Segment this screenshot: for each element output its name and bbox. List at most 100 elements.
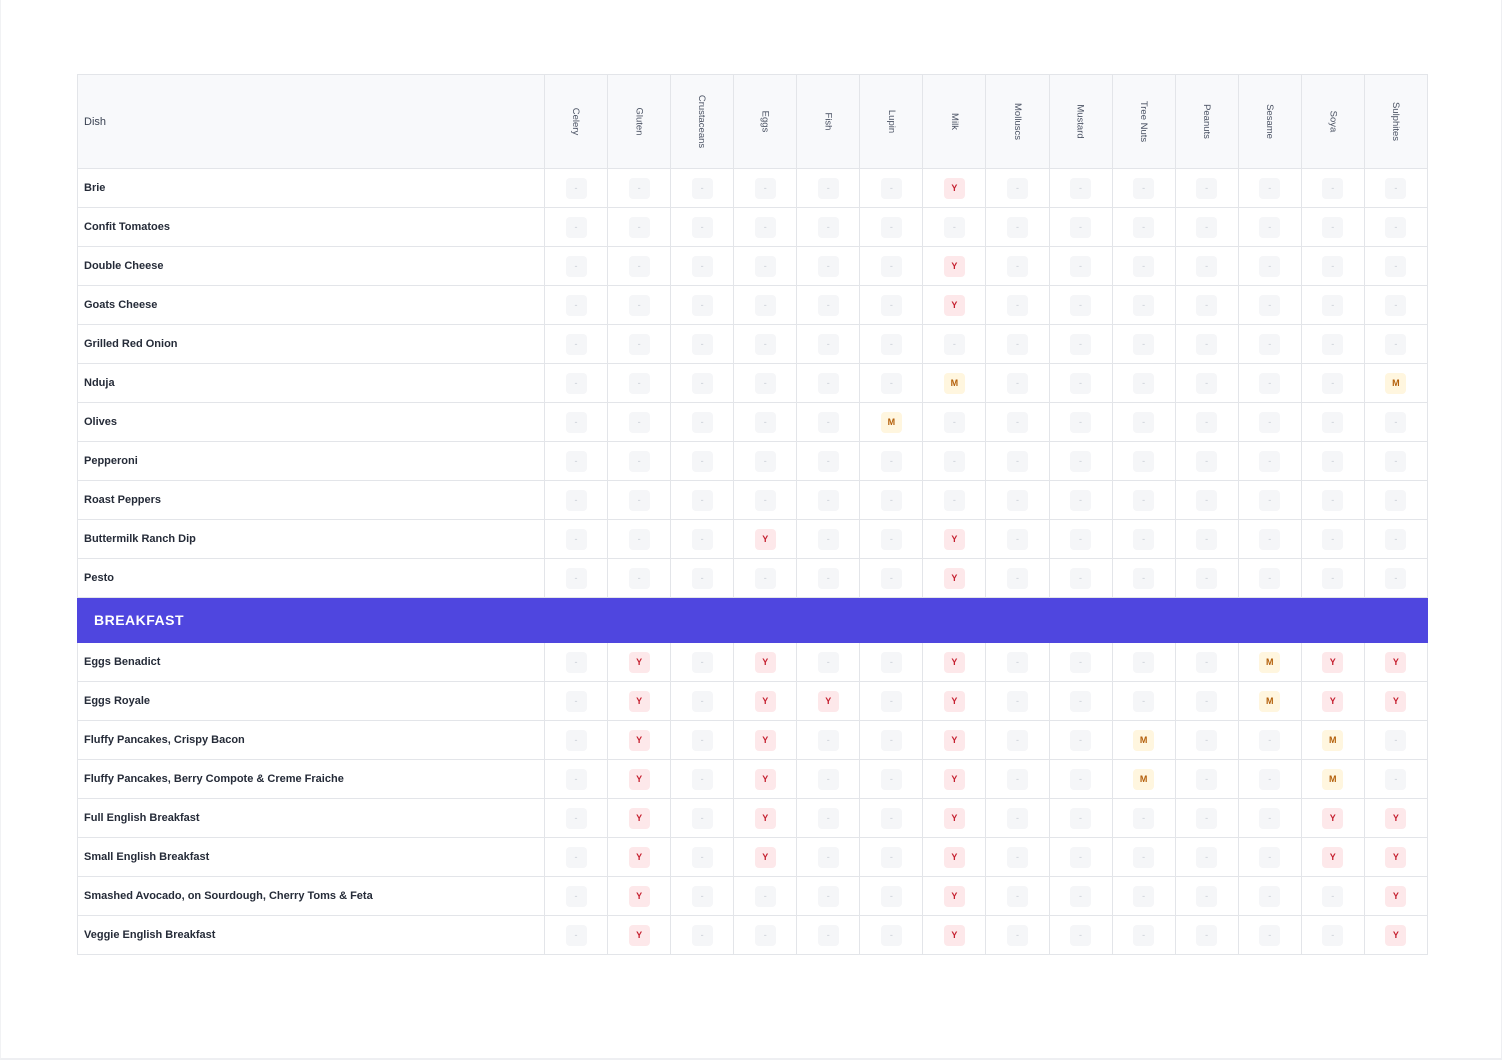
allergen-cell: -: [859, 207, 924, 247]
allergen-cell: -: [670, 681, 735, 721]
allergen-absent-badge: -: [1259, 567, 1281, 589]
allergen-cell: M: [1237, 642, 1302, 682]
allergen-absent-badge: -: [1006, 567, 1028, 589]
allergen-absent-badge: -: [1006, 528, 1028, 550]
allergen-cell: -: [1048, 480, 1113, 520]
allergen-cell: -: [1048, 285, 1113, 325]
allergen-cell: -: [1174, 246, 1239, 286]
allergen-column-header[interactable]: Tree Nuts: [1111, 74, 1176, 169]
allergen-absent-badge: -: [1070, 216, 1092, 238]
allergen-column-header[interactable]: Soya: [1300, 74, 1365, 169]
dish-name: Eggs Royale: [77, 681, 545, 721]
allergen-cell: -: [733, 246, 798, 286]
allergen-absent-badge: -: [1196, 885, 1218, 907]
allergen-absent-badge: -: [1070, 924, 1092, 946]
allergen-cell: -: [670, 441, 735, 481]
allergen-column-header[interactable]: Eggs: [733, 74, 798, 169]
allergen-cell: -: [733, 168, 798, 208]
allergen-cell: -: [1237, 363, 1302, 403]
allergen-cell: -: [796, 915, 861, 955]
allergen-column-header[interactable]: Fish: [796, 74, 861, 169]
allergen-cell: -: [1363, 519, 1428, 559]
allergen-absent-badge: -: [1070, 411, 1092, 433]
allergen-cell: Y: [1300, 798, 1365, 838]
allergen-absent-badge: -: [1133, 216, 1155, 238]
allergen-absent-badge: -: [817, 255, 839, 277]
allergen-absent-badge: -: [565, 528, 587, 550]
allergen-cell: -: [607, 441, 672, 481]
allergen-cell: -: [1174, 207, 1239, 247]
allergen-cell: Y: [922, 168, 987, 208]
allergen-cell: Y: [1363, 876, 1428, 916]
allergen-cell: -: [859, 324, 924, 364]
allergen-cell: -: [1111, 324, 1176, 364]
allergen-absent-badge: -: [691, 255, 713, 277]
dish-column-header[interactable]: Dish: [77, 74, 545, 169]
allergen-absent-badge: -: [1385, 729, 1407, 751]
allergen-cell: Y: [922, 681, 987, 721]
allergen-column-header[interactable]: Sulphites: [1363, 74, 1428, 169]
allergen-cell: -: [796, 246, 861, 286]
allergen-cell: -: [985, 168, 1050, 208]
allergen-cell: -: [922, 207, 987, 247]
allergen-absent-badge: -: [628, 177, 650, 199]
allergen-cell: -: [1111, 285, 1176, 325]
dish-name: Pepperoni: [77, 441, 545, 481]
allergen-cell: -: [796, 168, 861, 208]
allergen-header-label: Sulphites: [1390, 101, 1402, 142]
allergen-absent-badge: -: [1196, 333, 1218, 355]
allergen-absent-badge: -: [880, 528, 902, 550]
allergen-contains-badge: Y: [754, 651, 776, 673]
allergen-header-label: Milk: [948, 113, 960, 130]
allergen-absent-badge: -: [1133, 177, 1155, 199]
allergen-absent-badge: -: [880, 333, 902, 355]
allergen-absent-badge: -: [880, 651, 902, 673]
dish-name: Small English Breakfast: [77, 837, 545, 877]
allergen-cell: -: [985, 519, 1050, 559]
allergen-column-header[interactable]: Molluscs: [985, 74, 1050, 169]
allergen-absent-badge: -: [754, 489, 776, 511]
allergen-column-header[interactable]: Crustaceans: [670, 74, 735, 169]
allergen-header-label: Gluten: [633, 107, 645, 136]
allergen-cell: -: [1111, 642, 1176, 682]
allergen-absent-badge: -: [628, 450, 650, 472]
allergen-absent-badge: -: [754, 294, 776, 316]
allergen-cell: -: [543, 837, 609, 877]
allergen-absent-badge: -: [565, 372, 587, 394]
allergen-absent-badge: -: [880, 489, 902, 511]
allergen-absent-badge: -: [754, 216, 776, 238]
allergen-absent-badge: -: [817, 807, 839, 829]
allergen-absent-badge: -: [1196, 216, 1218, 238]
allergen-column-header[interactable]: Peanuts: [1174, 74, 1239, 169]
allergen-column-header[interactable]: Celery: [543, 74, 609, 169]
allergen-cell: Y: [607, 837, 672, 877]
allergen-absent-badge: -: [1133, 924, 1155, 946]
allergen-column-header[interactable]: Gluten: [607, 74, 672, 169]
allergen-cell: M: [1111, 720, 1176, 760]
allergen-cell: -: [670, 285, 735, 325]
allergen-cell: Y: [922, 915, 987, 955]
allergen-cell: -: [543, 642, 609, 682]
allergen-cell: -: [670, 759, 735, 799]
allergen-table: Dish Celery Gluten Crustaceans Eggs Fish Lupi…: [77, 74, 1428, 955]
allergen-contains-badge: Y: [1385, 885, 1407, 907]
allergen-cell: -: [922, 480, 987, 520]
allergen-column-header[interactable]: Mustard: [1048, 74, 1113, 169]
allergen-absent-badge: -: [817, 885, 839, 907]
allergen-absent-badge: -: [754, 411, 776, 433]
allergen-cell: -: [1174, 759, 1239, 799]
allergen-contains-badge: Y: [1385, 807, 1407, 829]
allergen-absent-badge: -: [1070, 528, 1092, 550]
allergen-absent-badge: -: [565, 846, 587, 868]
allergen-contains-badge: Y: [943, 768, 965, 790]
allergen-cell: -: [1048, 558, 1113, 598]
allergen-column-header[interactable]: Sesame: [1237, 74, 1302, 169]
allergen-cell: -: [543, 168, 609, 208]
allergen-cell: -: [543, 798, 609, 838]
allergen-cell: -: [1237, 246, 1302, 286]
allergen-column-header[interactable]: Lupin: [859, 74, 924, 169]
allergen-cell: -: [1237, 837, 1302, 877]
dish-name: Pesto: [77, 558, 545, 598]
allergen-cell: -: [1300, 441, 1365, 481]
allergen-column-header[interactable]: Milk: [922, 74, 987, 169]
